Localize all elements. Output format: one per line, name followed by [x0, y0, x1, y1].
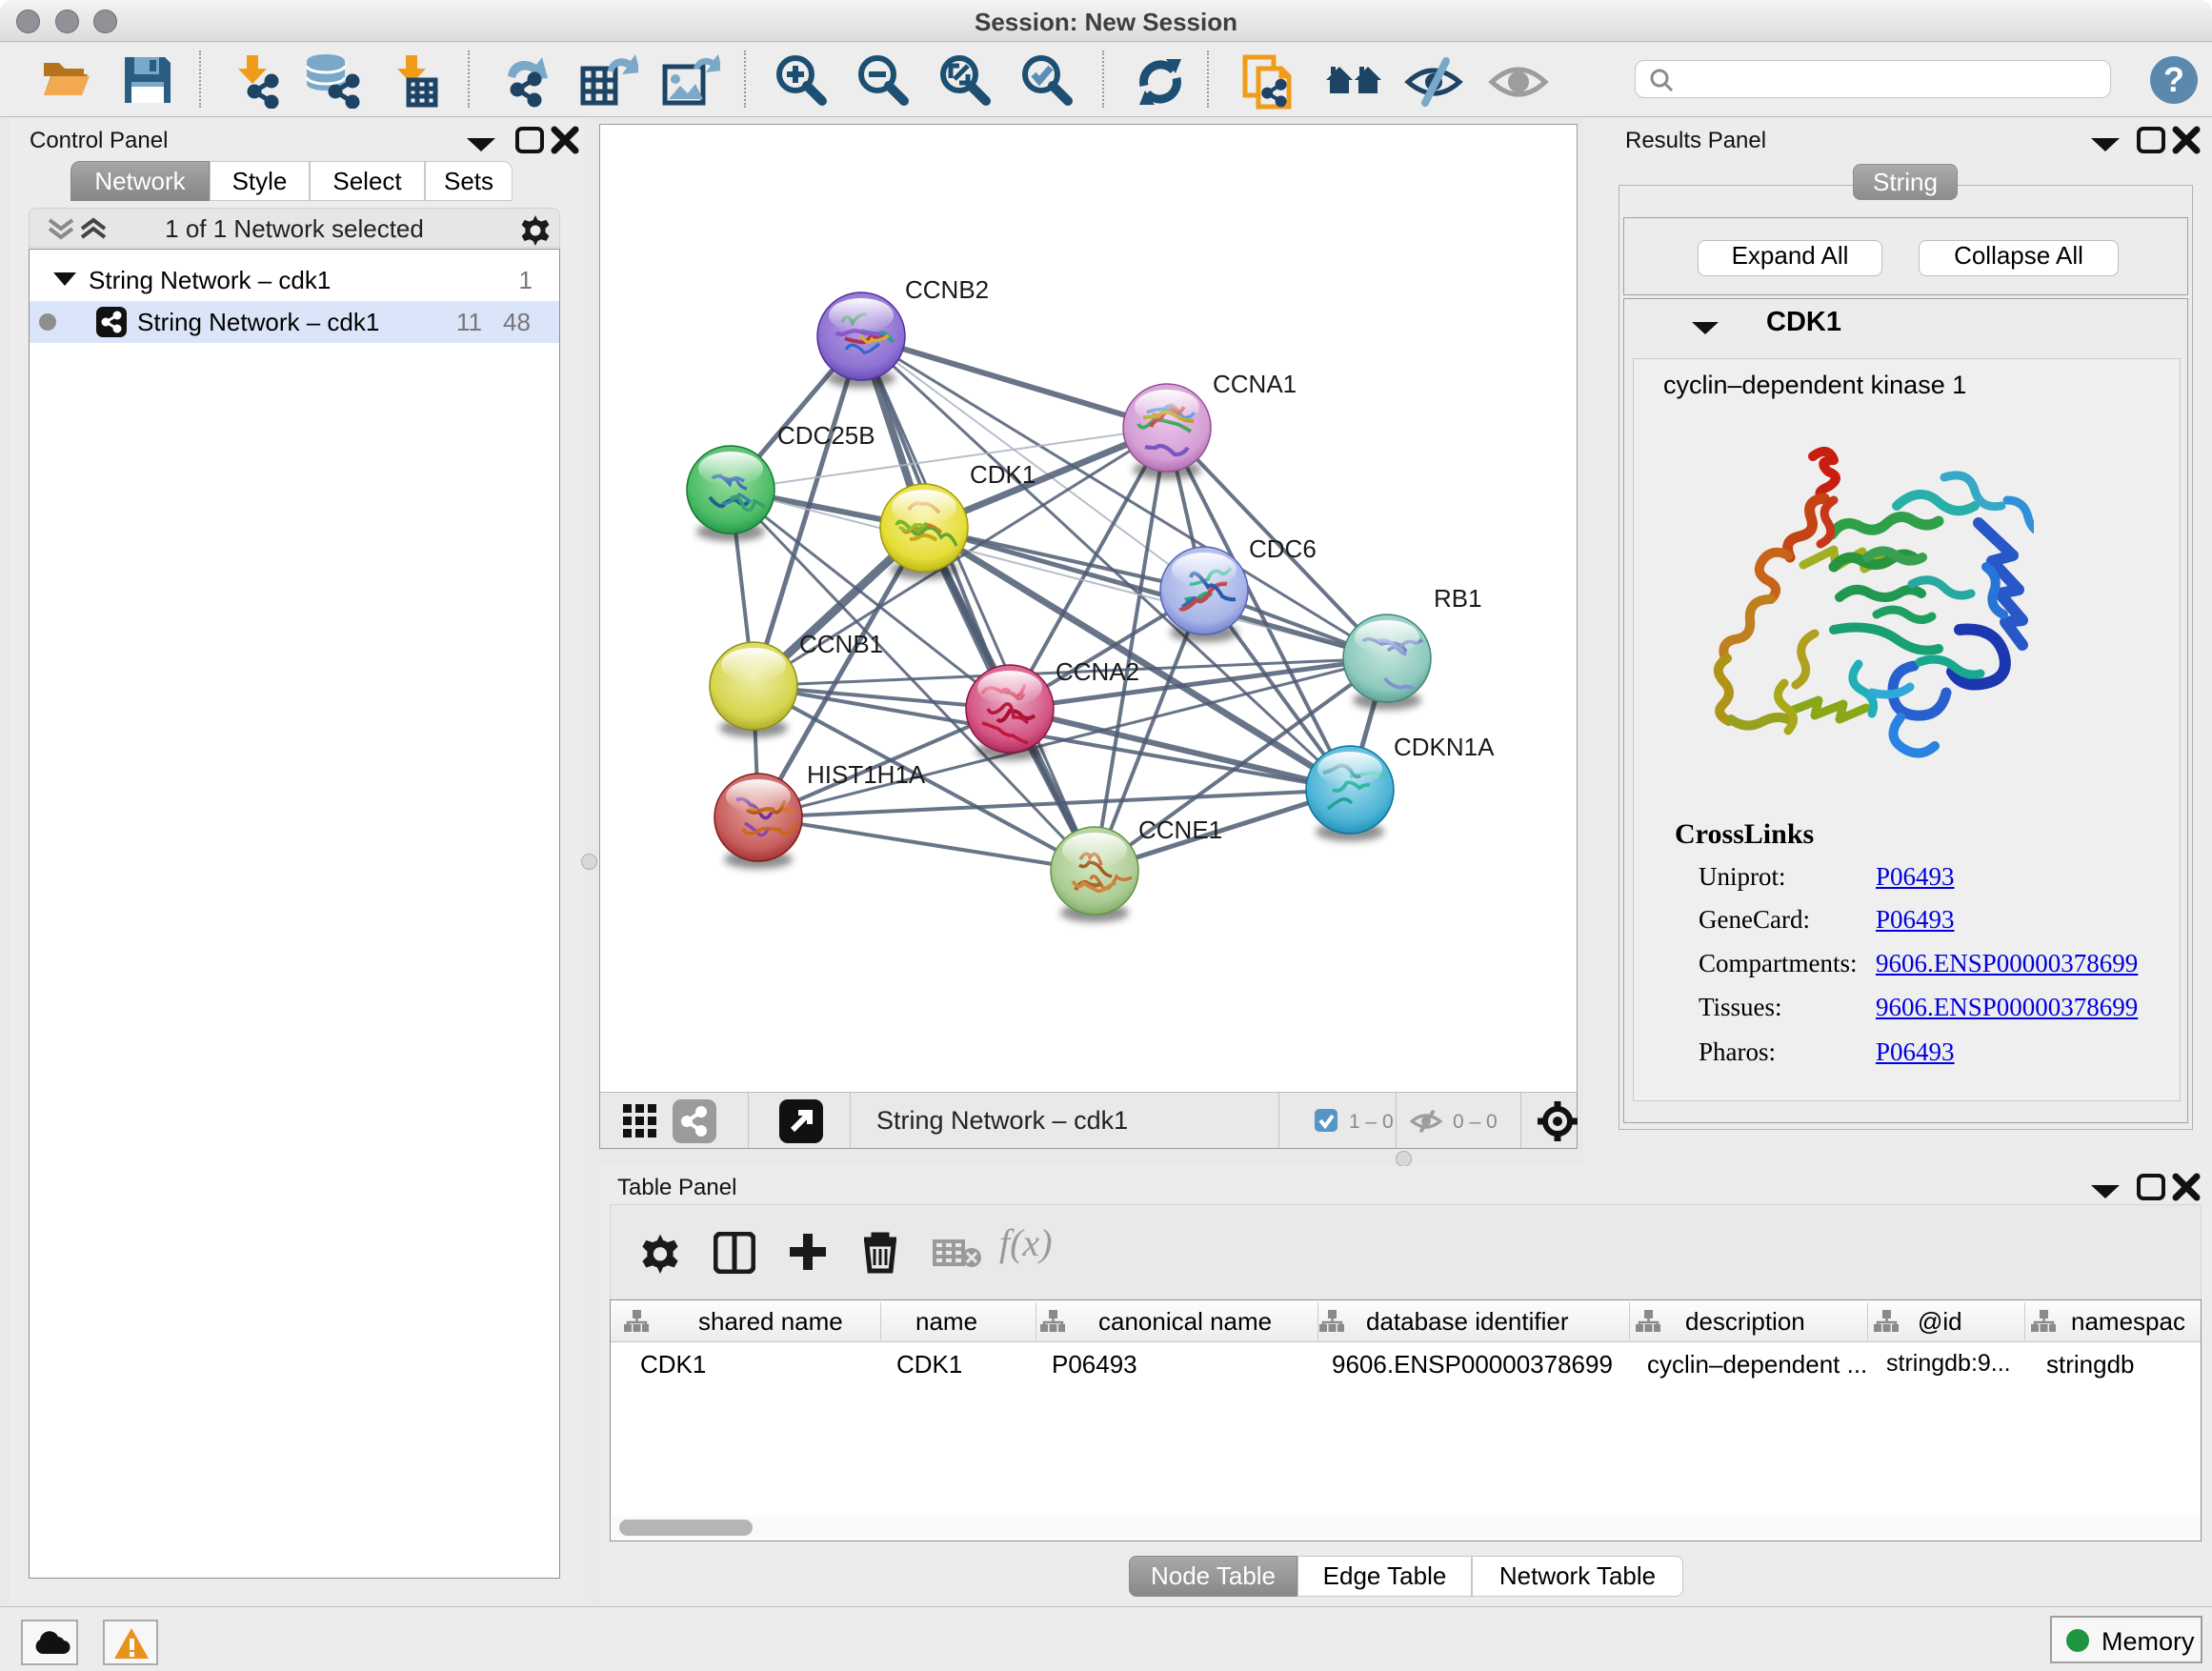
svg-text:CCNB1: CCNB1 [799, 630, 883, 658]
svg-text:CDC25B: CDC25B [777, 421, 875, 450]
svg-text:CDKN1A: CDKN1A [1394, 733, 1495, 761]
svg-text:CDK1: CDK1 [970, 460, 1036, 489]
svg-text:CDC6: CDC6 [1249, 534, 1317, 563]
svg-text:CCNB2: CCNB2 [905, 275, 989, 304]
svg-text:CCNA2: CCNA2 [1056, 657, 1139, 686]
svg-text:CCNE1: CCNE1 [1138, 815, 1222, 844]
svg-text:HIST1H1A: HIST1H1A [807, 760, 926, 789]
svg-text:CCNA1: CCNA1 [1213, 370, 1297, 398]
svg-text:RB1: RB1 [1434, 584, 1482, 613]
svg-text:?: ? [2163, 60, 2184, 99]
